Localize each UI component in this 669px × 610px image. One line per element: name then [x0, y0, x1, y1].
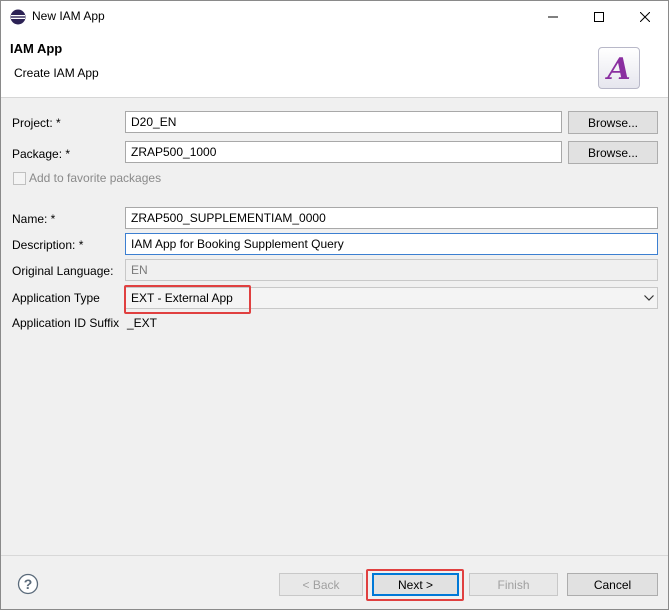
maximize-icon: [594, 11, 604, 22]
application-type-label: Application Type: [12, 291, 100, 305]
name-label: Name: *: [12, 212, 56, 226]
window-title: New IAM App: [32, 9, 105, 23]
close-button[interactable]: [622, 1, 668, 32]
finish-button[interactable]: Finish: [469, 573, 558, 596]
cancel-button[interactable]: Cancel: [567, 573, 658, 596]
title-bar: New IAM App: [1, 1, 668, 32]
svg-text:A: A: [604, 52, 630, 85]
footer-separator: [1, 555, 668, 556]
description-label: Description: *: [12, 238, 84, 252]
svg-text:?: ?: [24, 576, 33, 592]
original-language-input: EN: [125, 259, 658, 281]
package-label: Package: *: [12, 147, 71, 161]
help-icon[interactable]: ?: [17, 573, 39, 595]
close-icon: [640, 11, 650, 22]
abap-logo-icon: A: [598, 47, 640, 89]
wizard-subtitle: Create IAM App: [14, 66, 99, 80]
project-label: Project: *: [12, 116, 61, 130]
favorite-checkbox[interactable]: [13, 172, 26, 185]
application-id-suffix-label: Application ID Suffix: [12, 316, 120, 330]
next-button[interactable]: Next >: [372, 573, 459, 596]
wizard-title: IAM App: [10, 41, 63, 56]
minimize-icon: [548, 16, 558, 17]
back-button[interactable]: < Back: [279, 573, 363, 596]
package-input[interactable]: ZRAP500_1000: [125, 141, 562, 163]
dialog-window: New IAM App IAM App Create IAM App A Pro…: [0, 0, 669, 610]
name-input[interactable]: ZRAP500_SUPPLEMENTIAM_0000: [125, 207, 658, 229]
abap-letter-icon: A: [604, 52, 630, 85]
chevron-down-icon[interactable]: [642, 291, 656, 305]
project-browse-button[interactable]: Browse...: [568, 111, 658, 134]
wizard-header: IAM App Create IAM App A: [1, 32, 668, 98]
eclipse-icon: [10, 9, 26, 25]
favorite-checkbox-label: Add to favorite packages: [29, 171, 162, 185]
application-id-suffix-value: _EXT: [127, 316, 158, 330]
original-language-label: Original Language:: [12, 264, 114, 278]
maximize-button[interactable]: [576, 1, 622, 32]
application-type-select[interactable]: EXT - External App: [125, 287, 658, 309]
minimize-button[interactable]: [530, 1, 576, 32]
project-input[interactable]: D20_EN: [125, 111, 562, 133]
description-input[interactable]: IAM App for Booking Supplement Query: [125, 233, 658, 255]
package-browse-button[interactable]: Browse...: [568, 141, 658, 164]
